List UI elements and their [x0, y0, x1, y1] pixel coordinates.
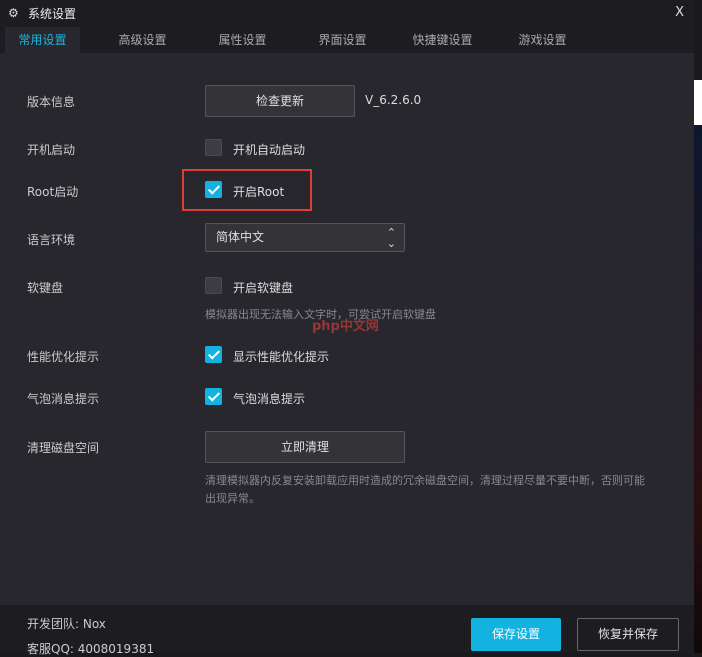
highlight-box	[182, 169, 312, 211]
tab-properties[interactable]: 属性设置	[205, 27, 280, 53]
tab-shortcuts[interactable]: 快捷键设置	[400, 27, 485, 53]
check-update-button[interactable]: 检查更新	[205, 85, 355, 117]
language-select[interactable]: 简体中文 ⌃ ⌄	[205, 223, 405, 252]
chevron-updown-icon: ⌃ ⌄	[386, 226, 396, 250]
tab-games[interactable]: 游戏设置	[505, 27, 580, 53]
background-strip	[694, 0, 702, 653]
clean-hint: 清理模拟器内反复安装卸载应用时造成的冗余磁盘空间，清理过程尽量不要中断，否则可能…	[205, 474, 645, 505]
tab-bar: 常用设置 高级设置 属性设置 界面设置 快捷键设置 游戏设置	[5, 27, 580, 53]
window-title: 系统设置	[28, 6, 77, 21]
support-qq: 客服QQ: 4008019381	[27, 642, 155, 656]
autostart-label: 开机启动	[27, 143, 76, 157]
bubble-label: 气泡消息提示	[27, 392, 100, 406]
perf-checkbox-label[interactable]: 显示性能优化提示	[233, 348, 329, 365]
footer: 开发团队: Nox 客服QQ: 4008019381 保存设置 恢复并保存	[0, 605, 694, 656]
tab-advanced[interactable]: 高级设置	[105, 27, 180, 53]
version-value: V_6.2.6.0	[365, 93, 422, 107]
settings-window: ⚙ 系统设置 X 常用设置 高级设置 属性设置 界面设置 快捷键设置 游戏设置 …	[0, 0, 694, 656]
autostart-checkbox[interactable]	[205, 139, 222, 156]
autostart-checkbox-label[interactable]: 开机自动启动	[233, 141, 305, 158]
clean-label: 清理磁盘空间	[27, 441, 100, 455]
close-button[interactable]: X	[675, 5, 684, 20]
bubble-checkbox[interactable]	[205, 388, 222, 405]
gear-icon: ⚙	[8, 6, 19, 20]
language-value: 简体中文	[216, 230, 265, 244]
keyboard-checkbox-label[interactable]: 开启软键盘	[233, 279, 293, 296]
tab-general[interactable]: 常用设置	[5, 27, 80, 53]
clean-now-button[interactable]: 立即清理	[205, 431, 405, 463]
tab-interface[interactable]: 界面设置	[305, 27, 380, 53]
perf-label: 性能优化提示	[27, 350, 100, 364]
title-bar: ⚙ 系统设置	[0, 0, 694, 26]
save-button[interactable]: 保存设置	[471, 618, 561, 651]
restore-and-save-button[interactable]: 恢复并保存	[577, 618, 679, 651]
root-label: Root启动	[27, 185, 79, 199]
language-label: 语言环境	[27, 233, 76, 247]
dev-team: 开发团队: Nox	[27, 617, 106, 631]
keyboard-label: 软键盘	[27, 281, 64, 295]
settings-panel: 版本信息 检查更新 V_6.2.6.0 开机启动 开机自动启动 Root启动 开…	[0, 53, 694, 605]
keyboard-checkbox[interactable]	[205, 277, 222, 294]
version-label: 版本信息	[27, 95, 76, 109]
bubble-checkbox-label[interactable]: 气泡消息提示	[233, 390, 305, 407]
watermark: php中文网	[312, 319, 379, 334]
perf-checkbox[interactable]	[205, 346, 222, 363]
